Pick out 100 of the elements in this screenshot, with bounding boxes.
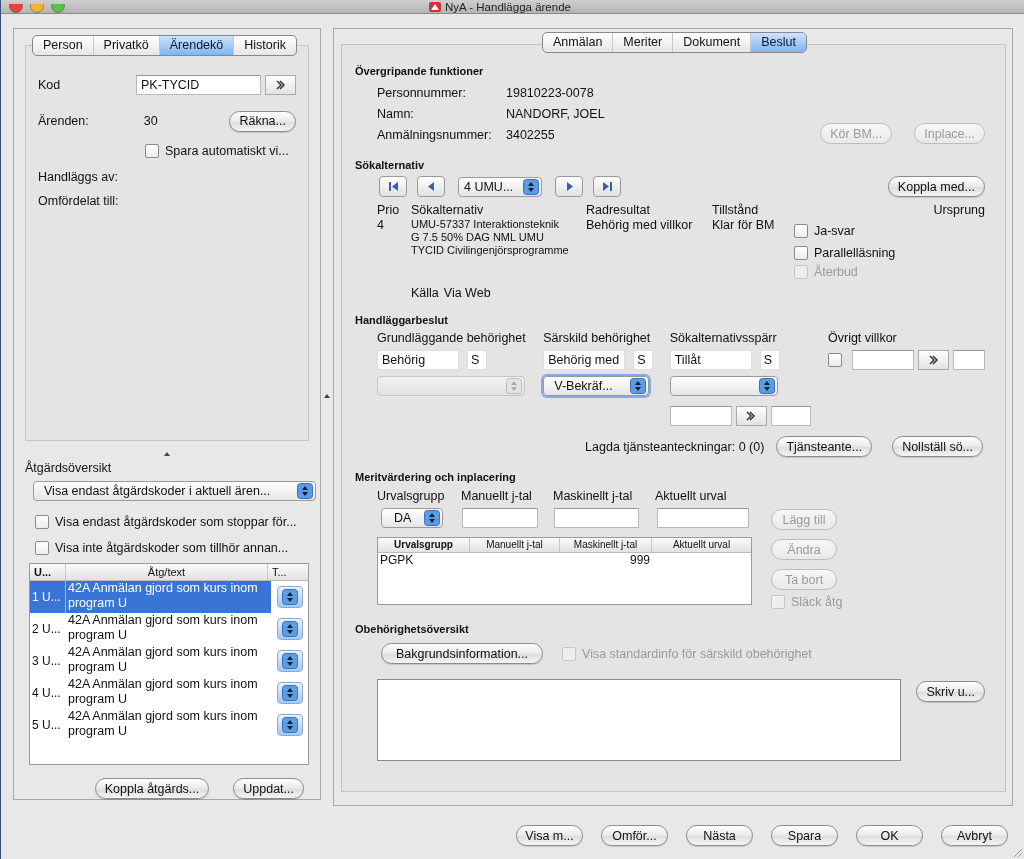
tab[interactable]: Ärendekö — [158, 36, 234, 55]
section-title: Handläggarbeslut — [355, 314, 449, 326]
table-cell-text: 42A Anmälan gjord som kurs inom program U — [67, 709, 259, 740]
checkbox-label: Spara automatiskt vi... — [165, 144, 289, 158]
up-down-arrows-icon — [758, 378, 775, 394]
section-title: Obehörighetsöversikt — [355, 623, 470, 635]
button[interactable]: Omför... — [601, 825, 668, 846]
field-label: Grundläggande behörighet — [377, 331, 527, 346]
stepper-button[interactable] — [276, 586, 303, 608]
checkbox[interactable] — [35, 541, 49, 555]
button[interactable]: OK — [856, 825, 923, 846]
stepper-button[interactable] — [276, 682, 303, 704]
column-header[interactable]: Urvalsgrupp — [378, 538, 470, 552]
button[interactable]: Tjänsteante... — [776, 436, 873, 457]
navigation-button[interactable] — [593, 176, 621, 197]
column-header: Sökalternativ — [411, 203, 485, 218]
button[interactable]: Visa m... — [516, 825, 583, 846]
up-down-arrows-icon — [297, 483, 313, 499]
input-field[interactable] — [554, 508, 639, 528]
checkbox[interactable] — [794, 246, 808, 260]
tab[interactable]: Historik — [233, 36, 296, 55]
input-field[interactable]: Tillåt — [669, 350, 752, 370]
dropdown[interactable] — [669, 376, 778, 396]
arrow-button[interactable] — [265, 75, 296, 95]
table-row[interactable]: 3 U... 42A Anmälan gjord som kurs inom program U — [30, 645, 308, 677]
button[interactable]: Spara — [771, 825, 838, 846]
field-value: NANDORF, JOEL — [506, 106, 605, 121]
text-area[interactable] — [377, 679, 902, 761]
button[interactable]: Uppdat... — [233, 778, 304, 799]
section-title: Åtgärdsöversikt — [25, 461, 113, 475]
navigation-button[interactable] — [379, 176, 407, 197]
checkbox-label: Visa endast åtgärdskoder som stoppar för... — [55, 515, 297, 529]
input-field[interactable] — [770, 406, 811, 426]
input-field[interactable]: Behörig med — [543, 350, 626, 370]
field-label: Manuellt j-tal — [461, 489, 533, 503]
navigation-button[interactable] — [555, 176, 583, 197]
dropdown[interactable]: 4 UMU... — [458, 176, 542, 197]
input-field[interactable] — [657, 508, 749, 528]
checkbox[interactable] — [794, 224, 808, 238]
tab[interactable]: Anmälan — [543, 33, 613, 52]
stepper-button[interactable] — [276, 650, 303, 672]
input-field[interactable]: S — [467, 350, 487, 370]
field-value: 19810223-0078 — [506, 85, 594, 100]
input-field[interactable]: Behörig — [377, 350, 459, 370]
tab[interactable]: Person — [33, 36, 93, 55]
dropdown[interactable]: V-Bekräf... — [543, 376, 650, 396]
column-header: Tillstånd — [712, 203, 760, 218]
input-field[interactable]: S — [633, 350, 654, 370]
tab[interactable]: Meriter — [612, 33, 673, 52]
dropdown[interactable]: Visa endast åtgärdskoder i aktuell ären... — [33, 481, 316, 501]
up-down-arrows-icon — [506, 378, 522, 394]
column-header[interactable]: Åtg/text — [66, 564, 268, 580]
double-chevron-icon — [928, 355, 939, 365]
table-row[interactable]: 4 U... 42A Anmälan gjord som kurs inom program U — [30, 677, 308, 709]
column-header[interactable]: T... — [268, 564, 308, 580]
table-cell-text: 1 U... — [31, 589, 62, 606]
button[interactable]: Nästa — [686, 825, 753, 846]
input-field[interactable]: PK-TYCID — [136, 75, 261, 95]
checkbox[interactable] — [828, 353, 842, 367]
tab[interactable]: Privatkö — [92, 36, 159, 55]
up-down-arrows-icon — [281, 589, 298, 605]
button[interactable]: Koppla med... — [887, 176, 985, 197]
field-label: Aktuellt urval — [655, 489, 727, 503]
arrow-button[interactable] — [735, 406, 767, 426]
stepper-button[interactable] — [276, 714, 303, 736]
button[interactable]: Koppla åtgärds... — [94, 778, 210, 799]
button[interactable]: Skriv u... — [916, 681, 985, 702]
input-field[interactable] — [669, 406, 732, 426]
input-field[interactable]: S — [759, 350, 780, 370]
button[interactable]: Räkna... — [229, 110, 296, 132]
button[interactable]: Avbryt — [941, 825, 1008, 846]
table-cell-text: 42A Anmälan gjord som kurs inom program U — [67, 677, 259, 708]
up-down-arrows-icon — [424, 510, 440, 526]
column-header[interactable]: U... — [30, 564, 66, 580]
table-cell-text: TYCID Civilingenjörsprogramme — [411, 244, 570, 257]
checkbox[interactable] — [145, 144, 159, 158]
button[interactable]: Bakgrundsinformation... — [381, 643, 543, 664]
column-header[interactable]: Maskinellt j-tal — [560, 538, 652, 552]
column-header[interactable]: Manuellt j-tal — [470, 538, 560, 552]
input-field[interactable] — [462, 508, 538, 528]
case-count: 30 — [143, 114, 159, 128]
button[interactable]: Nollställ sö... — [892, 436, 983, 457]
table-cell-text: 42A Anmälan gjord som kurs inom program U — [67, 613, 259, 644]
stepper-button[interactable] — [276, 618, 303, 640]
dropdown[interactable]: DA — [381, 508, 443, 528]
input-field[interactable] — [953, 350, 985, 370]
checkbox-label: Parallelläsning — [814, 246, 896, 260]
navigation-button[interactable] — [417, 176, 445, 197]
table-row[interactable]: 2 U... 42A Anmälan gjord som kurs inom program U — [30, 613, 308, 645]
arrow-button[interactable] — [918, 350, 949, 370]
notes-count: Lagda tjänsteanteckningar: 0 (0) — [585, 439, 765, 454]
tab[interactable]: Beslut — [750, 33, 806, 52]
splitter-icon — [164, 451, 170, 457]
input-field[interactable] — [852, 350, 914, 370]
table-row[interactable]: 5 U... 42A Anmälan gjord som kurs inom program U — [30, 709, 308, 741]
field-label: Maskinellt j-tal — [553, 489, 634, 503]
checkbox[interactable] — [35, 515, 49, 529]
field-label: Övrigt villkor — [828, 331, 898, 346]
field-label: Personnummer: — [377, 85, 467, 100]
column-header[interactable]: Aktuellt urval — [652, 538, 751, 552]
